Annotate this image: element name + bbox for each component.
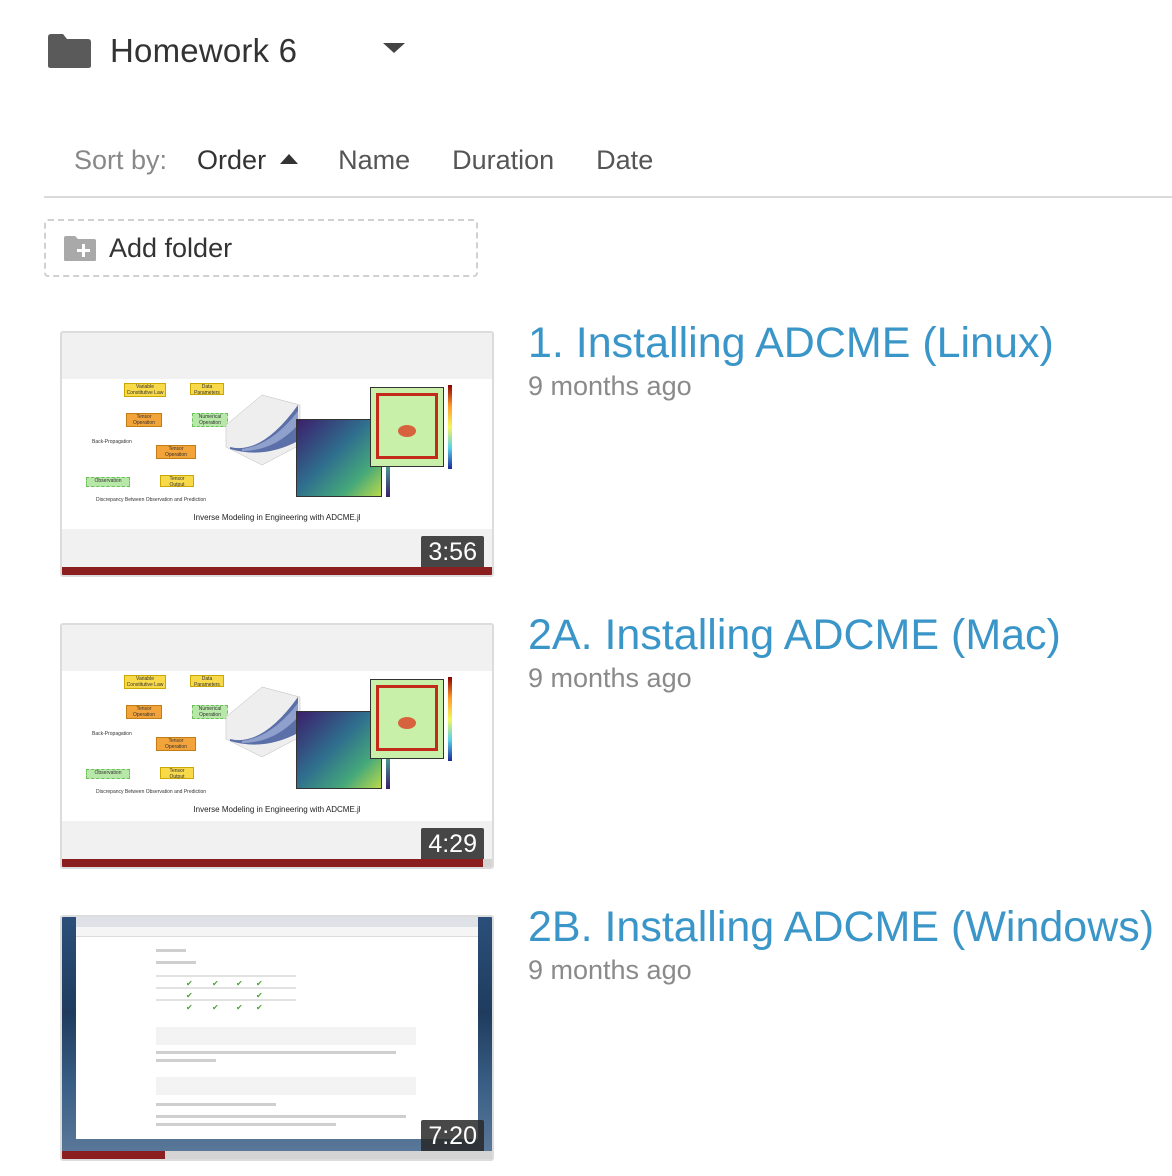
video-duration: 7:20 (421, 1120, 484, 1153)
watch-progress-bar (62, 859, 484, 867)
sort-option-order-label: Order (197, 144, 267, 175)
thumbnail-caption: Inverse Modeling in Engineering with ADC… (193, 513, 361, 522)
video-title-link[interactable]: 2B. Installing ADCME (Windows) (528, 903, 1154, 952)
add-folder-icon (63, 235, 97, 262)
watch-progress-bar (62, 567, 492, 575)
folder-header: Homework 6 (46, 26, 297, 76)
folder-title: Homework 6 (110, 32, 298, 69)
video-date: 9 months ago (528, 663, 692, 693)
thumbnail-image: Variable Constitutive Law Data Parameters … (62, 671, 492, 821)
video-date: 9 months ago (528, 955, 692, 985)
video-thumbnail[interactable]: Variable Constitutive Law Data Parameters … (60, 331, 494, 577)
folder-icon (46, 33, 92, 69)
sort-by-label: Sort by: (74, 144, 168, 175)
video-item: Variable Constitutive Law Data Parameters … (60, 319, 1170, 577)
video-item: ✔ ✔ ✔ ✔ ✔ ✔ ✔ ✔ ✔ ✔ 7:20 2B. Installing … (60, 903, 1170, 1161)
video-duration: 4:29 (421, 828, 484, 861)
video-item: Variable Constitutive Law Data Parameters … (60, 611, 1170, 869)
video-title-link[interactable]: 1. Installing ADCME (Linux) (528, 319, 1054, 368)
watch-progress-bar (62, 1151, 166, 1159)
video-title-link[interactable]: 2A. Installing ADCME (Mac) (528, 611, 1061, 660)
thumbnail-caption: Inverse Modeling in Engineering with ADC… (193, 805, 361, 814)
sort-ascending-icon (280, 154, 299, 164)
sort-option-duration[interactable]: Duration (452, 145, 554, 176)
add-folder-button[interactable]: Add folder (44, 219, 478, 277)
folder-menu-chevron-down-icon[interactable] (383, 43, 405, 53)
video-thumbnail[interactable]: Variable Constitutive Law Data Parameters … (60, 623, 494, 869)
sort-option-date[interactable]: Date (596, 145, 653, 176)
video-thumbnail[interactable]: ✔ ✔ ✔ ✔ ✔ ✔ ✔ ✔ ✔ ✔ 7:20 (60, 915, 494, 1161)
divider (44, 196, 1172, 198)
video-date: 9 months ago (528, 371, 692, 401)
video-duration: 3:56 (421, 536, 484, 569)
sort-option-order[interactable]: Order (197, 144, 299, 176)
add-folder-label: Add folder (109, 232, 233, 263)
sort-option-name[interactable]: Name (338, 145, 410, 176)
thumbnail-image: Variable Constitutive Law Data Parameters … (62, 379, 492, 529)
sort-bar: Sort by: Order Name Duration Date (74, 140, 653, 180)
